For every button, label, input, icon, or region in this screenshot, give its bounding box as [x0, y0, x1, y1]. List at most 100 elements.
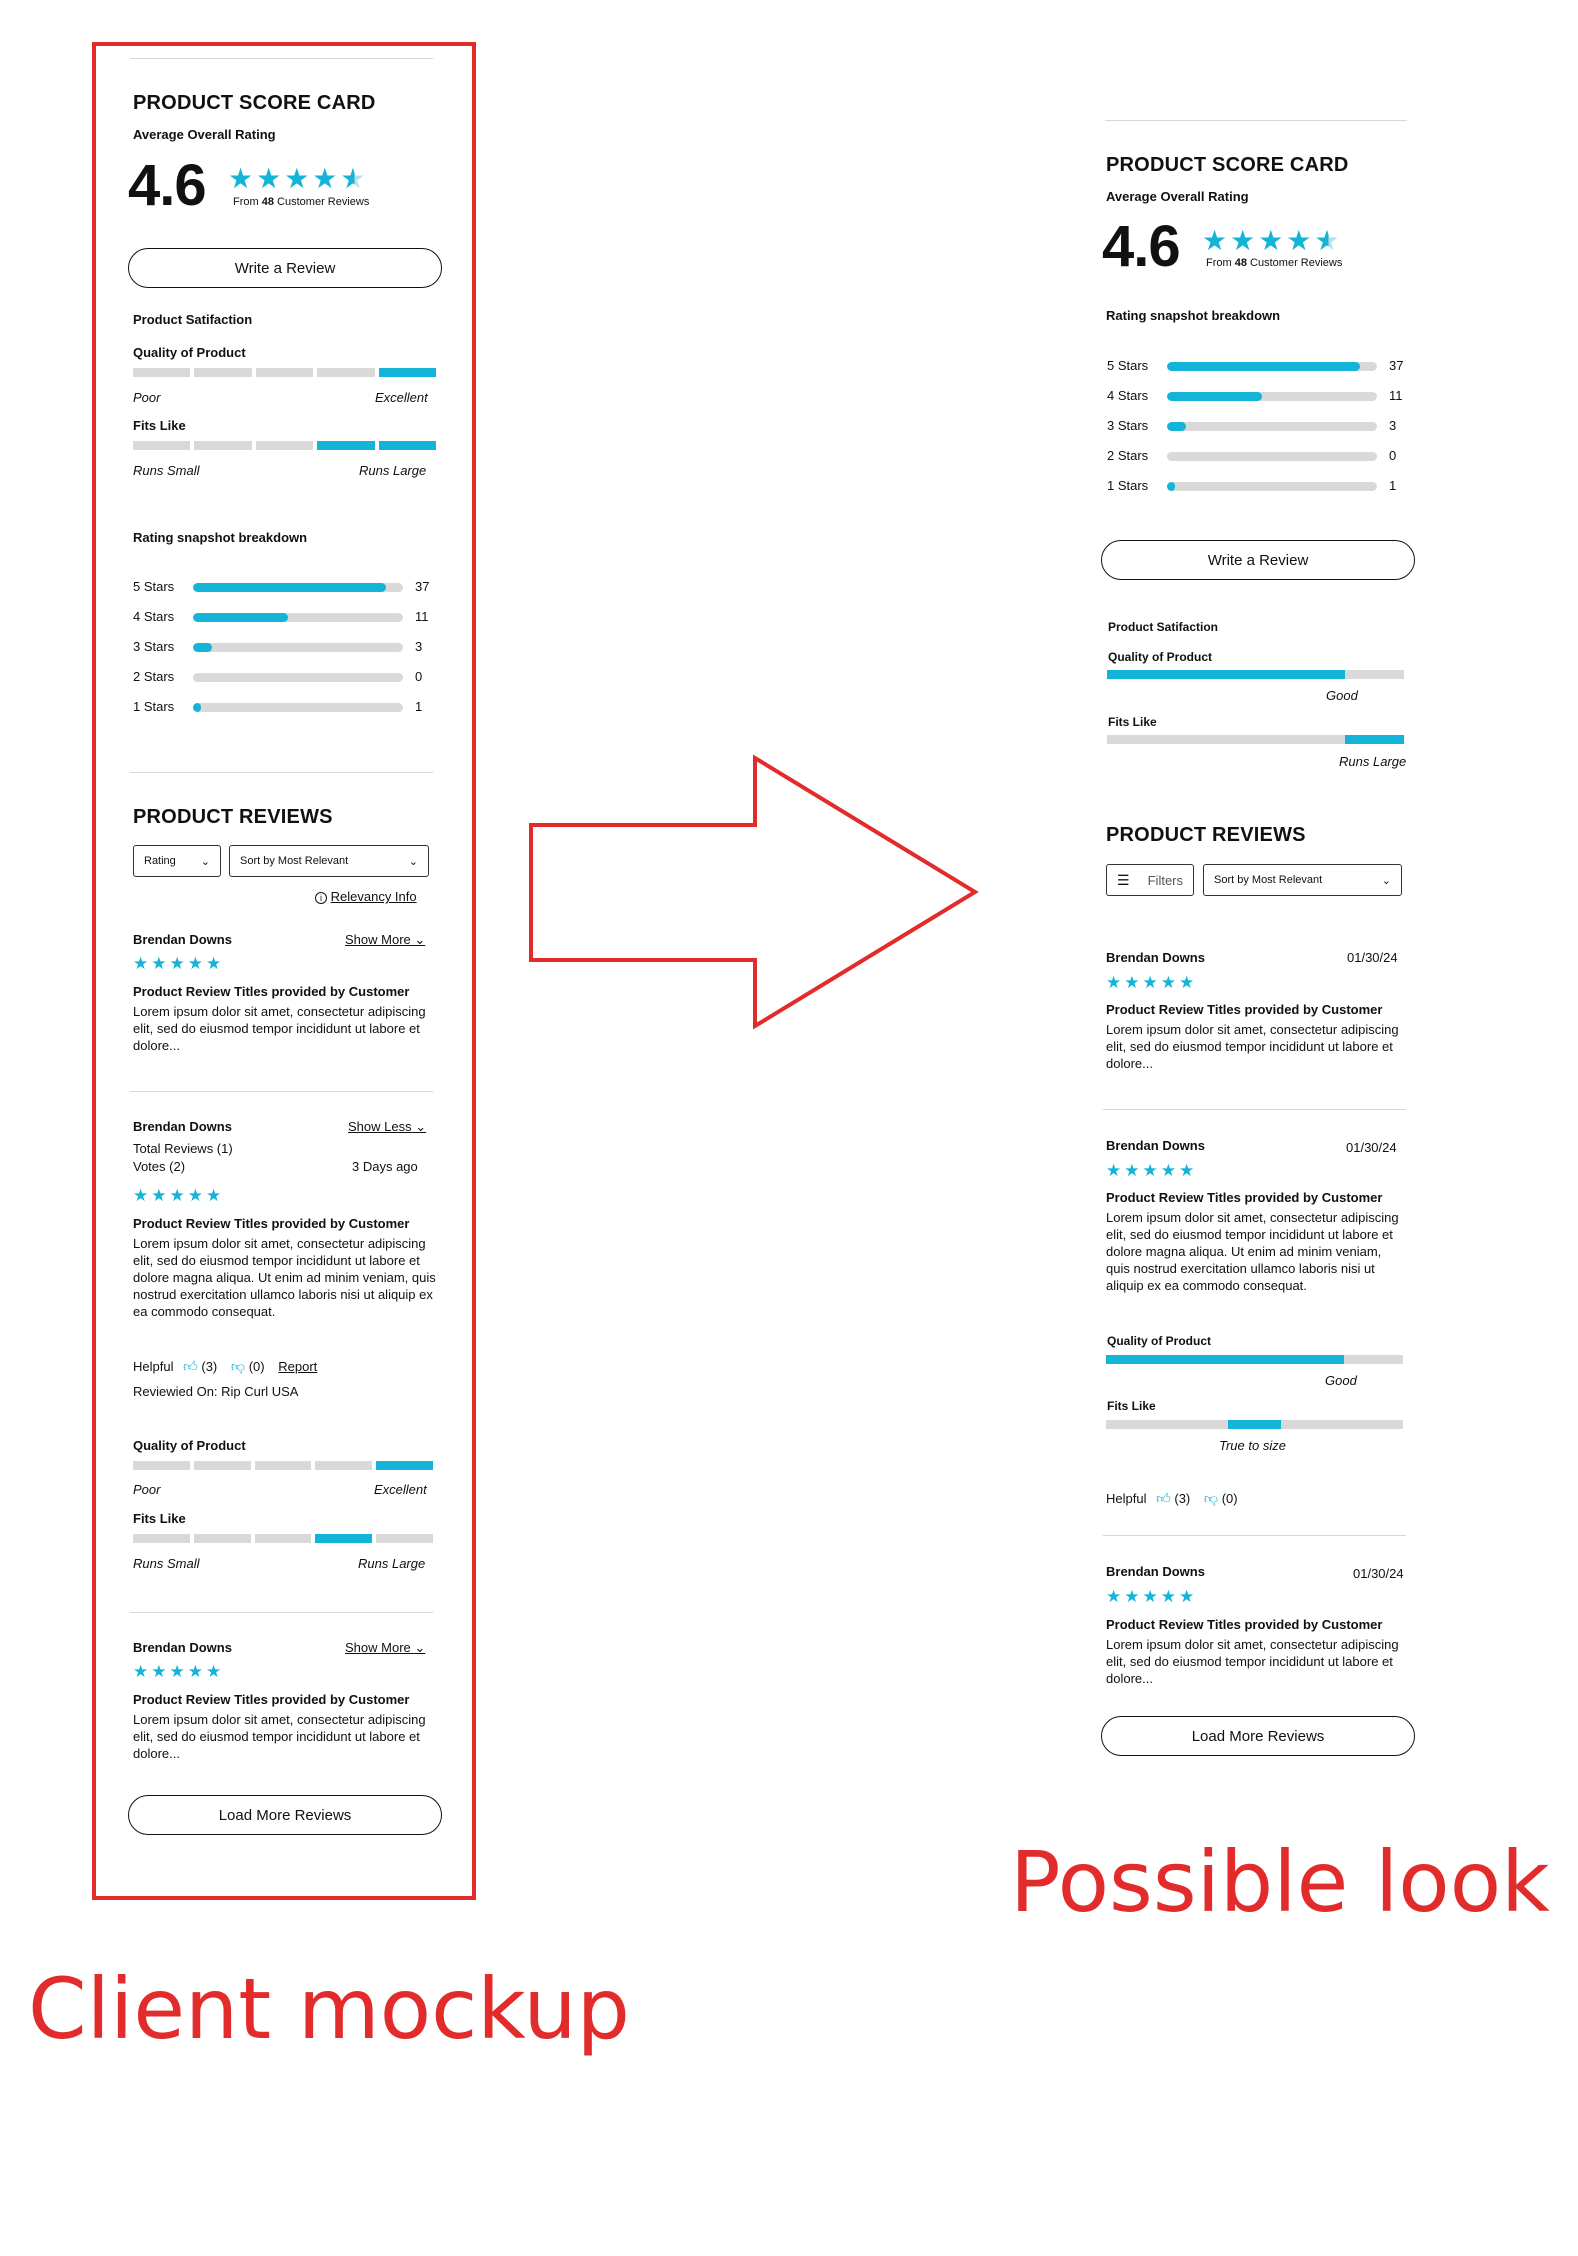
breakdown-row-count: 11 — [415, 609, 429, 624]
client-mockup-caption: Client mockup — [28, 1960, 630, 2058]
review-author: Brendan Downs — [1106, 1138, 1205, 1153]
review-stars: ★★★★★ — [1106, 1161, 1198, 1180]
report-link[interactable]: Report — [278, 1359, 317, 1374]
total-reviews: Total Reviews (1) — [133, 1141, 233, 1156]
helpful-row: Helpful 👍︎ (3) 👎︎ (0) Report — [133, 1358, 318, 1374]
review-date: 01/30/24 — [1347, 950, 1398, 965]
votes: Votes (2) — [133, 1159, 186, 1174]
breakdown-row-label: 3 Stars — [1107, 418, 1149, 433]
breakdown-bar-fill — [193, 613, 288, 622]
breakdown-bar[interactable] — [193, 613, 403, 622]
thumbs-up-icon[interactable]: 👍︎ — [183, 1358, 198, 1374]
segment-filled — [378, 441, 437, 450]
scorecard-title: PRODUCT SCORE CARD — [1106, 154, 1349, 176]
load-more-reviews-button[interactable]: Load More Reviews — [128, 1795, 442, 1835]
review-stars: ★★★★★ — [133, 1662, 225, 1681]
write-review-button[interactable]: Write a Review — [1101, 540, 1415, 580]
review-date: 01/30/24 — [1346, 1140, 1397, 1155]
breakdown-bar[interactable] — [1167, 392, 1377, 401]
info-icon: i — [315, 892, 327, 904]
average-rating-value: 4.6 — [1102, 214, 1181, 279]
segment — [193, 1534, 251, 1543]
breakdown-row-label: 1 Stars — [1107, 478, 1149, 493]
thumbs-up-icon[interactable]: 👍︎ — [1156, 1490, 1171, 1506]
breakdown-bar[interactable] — [1167, 422, 1377, 431]
breakdown-row-label: 1 Stars — [133, 699, 175, 714]
quality-bar-fill — [1107, 670, 1345, 679]
breakdown-bar[interactable] — [193, 673, 403, 682]
breakdown-row-label: 3 Stars — [133, 639, 175, 654]
filter-sliders-icon: ☰ — [1117, 871, 1130, 888]
breakdown-row-count: 3 — [1389, 418, 1397, 433]
chevron-up-icon: ⌄ — [415, 1119, 427, 1134]
quality-segmented-bar — [133, 1461, 433, 1470]
segment-filled — [315, 1534, 373, 1543]
breakdown-bar[interactable] — [1167, 482, 1377, 491]
segment-filled — [378, 368, 437, 377]
scorecard-title: PRODUCT SCORE CARD — [133, 92, 376, 114]
relevancy-info[interactable]: i Relevancy Info — [315, 889, 417, 904]
review-body: Lorem ipsum dolor sit amet, consectetur … — [1106, 1210, 1399, 1293]
fits-high-label: Runs Large — [359, 463, 427, 478]
segment-filled — [317, 441, 375, 450]
fits-segmented-bar — [133, 441, 437, 450]
divider — [130, 772, 433, 773]
sort-select[interactable]: Sort by Most Relevant ⌄ — [229, 845, 429, 877]
chevron-down-icon: ⌄ — [414, 932, 426, 947]
review-date: 01/30/24 — [1353, 1566, 1404, 1581]
fits-label: Fits Like — [1107, 1399, 1156, 1413]
review-count-text: From 48 Customer Reviews — [233, 196, 370, 208]
average-star-rating: ★★★★★ — [228, 163, 369, 194]
quality-low-label: Poor — [133, 1482, 161, 1497]
right-arrow-icon — [529, 754, 979, 1030]
chevron-down-icon: ⌄ — [408, 855, 418, 868]
breakdown-row-label: 5 Stars — [1107, 358, 1149, 373]
breakdown-bar[interactable] — [1167, 362, 1377, 371]
thumbs-down-icon[interactable]: 👎︎ — [231, 1358, 245, 1374]
helpful-row: Helpful 👍︎ (3) 👎︎ (0) — [1106, 1490, 1238, 1506]
chevron-down-icon: ⌄ — [200, 855, 210, 868]
breakdown-row-label: 4 Stars — [133, 609, 175, 624]
chevron-down-icon: ⌄ — [1381, 874, 1391, 887]
breakdown-bar[interactable] — [193, 643, 403, 652]
review-stars: ★★★★★ — [1106, 1587, 1198, 1606]
fits-label: Fits Like — [133, 1511, 186, 1526]
breakdown-bar-fill — [193, 703, 202, 712]
fits-high-label: Runs Large — [358, 1556, 426, 1571]
segment — [317, 368, 375, 377]
breakdown-bar[interactable] — [193, 583, 403, 592]
breakdown-row-label: 2 Stars — [1107, 448, 1149, 463]
breakdown-row-count: 1 — [415, 699, 423, 714]
sort-select[interactable]: Sort by Most Relevant ⌄ — [1203, 864, 1402, 896]
fits-label: Fits Like — [1108, 715, 1157, 729]
rating-filter-select[interactable]: Rating ⌄ — [133, 845, 221, 877]
possible-look-caption: Possible look — [1010, 1833, 1550, 1931]
half-star-icon: ★ — [1314, 225, 1343, 256]
fits-low-label: Runs Small — [133, 463, 200, 478]
write-review-button[interactable]: Write a Review — [128, 248, 442, 288]
average-rating-label: Average Overall Rating — [133, 127, 276, 142]
filters-button[interactable]: ☰ Filters — [1106, 864, 1194, 896]
show-more-link[interactable]: Show More ⌄ — [345, 1640, 425, 1656]
fits-bar-fill — [1227, 1420, 1282, 1429]
review-author: Brendan Downs — [1106, 1564, 1205, 1579]
breakdown-bar[interactable] — [1167, 452, 1377, 461]
average-rating-value: 4.6 — [128, 153, 207, 218]
segment — [254, 1534, 312, 1543]
show-less-link[interactable]: Show Less ⌄ — [348, 1119, 426, 1135]
thumbs-down-icon[interactable]: 👎︎ — [1204, 1490, 1218, 1506]
quality-high-label: Excellent — [374, 1482, 427, 1497]
segment — [315, 1461, 373, 1470]
breakdown-row-count: 11 — [1389, 388, 1403, 403]
breakdown-bar[interactable] — [193, 703, 403, 712]
chevron-down-icon: ⌄ — [414, 1640, 426, 1655]
breakdown-row-label: 5 Stars — [133, 579, 175, 594]
breakdown-bar-fill — [1167, 482, 1176, 491]
quality-segmented-bar — [133, 368, 437, 377]
show-more-link[interactable]: Show More ⌄ — [345, 932, 425, 948]
reviewed-on: Reviewied On: Rip Curl USA — [133, 1384, 299, 1399]
review-title: Product Review Titles provided by Custom… — [133, 984, 410, 999]
review-title: Product Review Titles provided by Custom… — [133, 1216, 410, 1231]
load-more-reviews-button[interactable]: Load More Reviews — [1101, 1716, 1415, 1756]
divider — [1103, 1109, 1406, 1110]
